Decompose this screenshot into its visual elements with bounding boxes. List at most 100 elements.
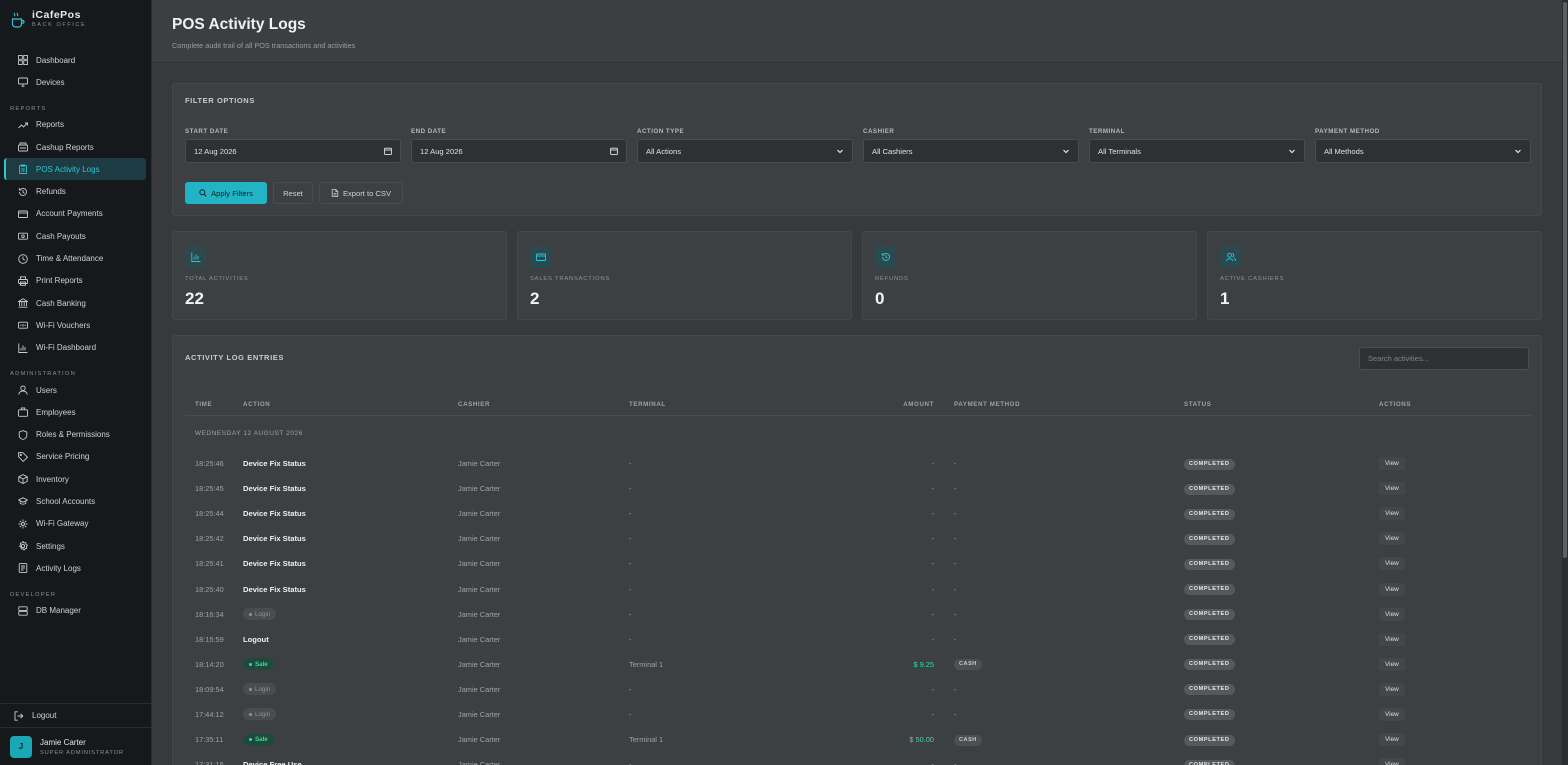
col-terminal[interactable]: TERMINAL [629, 401, 844, 408]
payment-method: - [954, 709, 957, 719]
table-row[interactable]: 17:44:12 Login Jamie Carter - - - COMPLETED Vie… [185, 702, 1531, 727]
calendar-icon[interactable] [610, 147, 618, 155]
sidebar-item-wifi-dashboard[interactable]: Wi-Fi Dashboard [4, 337, 146, 359]
cashier-value: All Cashiers [872, 146, 913, 156]
sidebar-item-db-manager[interactable]: DB Manager [4, 600, 146, 622]
payment-method: - [954, 609, 957, 619]
row-terminal: - [629, 484, 632, 494]
start-date-field: START DATE 12 Aug 2026 [185, 128, 401, 163]
table-row[interactable]: 18:25:40 Device Fix Status Jamie Carter - - -… [185, 576, 1531, 601]
logout-label: Logout [32, 711, 57, 720]
apply-filters-button[interactable]: Apply Filters [185, 182, 267, 204]
action-type-select[interactable]: All Actions [637, 139, 853, 163]
table-row[interactable]: 18:16:34 Login Jamie Carter - - - COMPLETED Vie… [185, 602, 1531, 627]
sidebar-item-label: Settings [36, 541, 65, 551]
col-payment-method[interactable]: PAYMENT METHOD [934, 401, 1184, 408]
sidebar-item-cashup-reports[interactable]: Cashup Reports [4, 136, 146, 158]
row-amount: - [931, 534, 934, 544]
sidebar-item-roles-permissions[interactable]: Roles & Permissions [4, 423, 146, 445]
page-scrollbar[interactable] [1562, 0, 1568, 765]
col-action[interactable]: ACTION [233, 401, 458, 408]
sidebar-item-cash-payouts[interactable]: Cash Payouts [4, 225, 146, 247]
action-badge-login: Login [243, 608, 277, 621]
col-status[interactable]: STATUS [1184, 401, 1379, 408]
sidebar-item-wifi-vouchers[interactable]: Wi-Fi Vouchers [4, 314, 146, 336]
gateway-icon [18, 519, 28, 529]
table-row[interactable]: 18:25:41 Device Fix Status Jamie Carter - - -… [185, 551, 1531, 576]
sidebar-item-service-pricing[interactable]: Service Pricing [4, 446, 146, 468]
view-button[interactable]: View [1379, 758, 1405, 765]
sidebar-item-cash-banking[interactable]: Cash Banking [4, 292, 146, 314]
payment-method-select[interactable]: All Methods [1315, 139, 1531, 163]
view-button[interactable]: View [1379, 632, 1405, 646]
status-badge: COMPLETED [1184, 734, 1235, 746]
row-action: Device Fix Status [233, 534, 458, 543]
sidebar-item-wifi-gateway[interactable]: Wi-Fi Gateway [4, 513, 146, 535]
table-row[interactable]: 18:25:44 Device Fix Status Jamie Carter - - -… [185, 501, 1531, 526]
activity-log-panel: ACTIVITY LOG ENTRIES Search activities..… [172, 335, 1542, 765]
table-row[interactable]: 18:15:59 Logout Jamie Carter - - - COMPLETED Vi… [185, 627, 1531, 652]
table-row[interactable]: 18:14:20 Sale Jamie Carter Terminal 1 $ 9.25… [185, 652, 1531, 677]
col-amount[interactable]: AMOUNT [844, 401, 934, 408]
sidebar-item-refunds[interactable]: Refunds [4, 180, 146, 202]
logout-button[interactable]: Logout [0, 703, 152, 727]
terminal-select[interactable]: All Terminals [1089, 139, 1305, 163]
row-time: 17:35:11 [195, 735, 224, 745]
view-button[interactable]: View [1379, 557, 1405, 571]
view-button[interactable]: View [1379, 482, 1405, 496]
sidebar-item-time-attendance[interactable]: Time & Attendance [4, 247, 146, 269]
scroll-thumb[interactable] [1563, 2, 1567, 558]
action-label: Login [255, 710, 271, 718]
row-payment: - [934, 534, 1184, 543]
col-time[interactable]: TIME [185, 401, 233, 408]
table-row[interactable]: 18:09:54 Login Jamie Carter - - - COMPLETED Vie… [185, 677, 1531, 702]
col-cashier[interactable]: CASHIER [458, 401, 629, 408]
sidebar-item-activity-logs[interactable]: Activity Logs [4, 557, 146, 579]
box-icon [18, 474, 28, 485]
reset-button[interactable]: Reset [273, 182, 313, 204]
table-row[interactable]: 17:31:16 Device Free Use Jamie Carter - - - CO… [185, 752, 1531, 765]
view-button[interactable]: View [1379, 532, 1405, 546]
view-button[interactable]: View [1379, 457, 1405, 471]
activity-log-title: ACTIVITY LOG ENTRIES [185, 353, 284, 362]
cashier-select[interactable]: All Cashiers [863, 139, 1079, 163]
cashier-field: CASHIER All Cashiers [863, 128, 1079, 163]
calendar-icon[interactable] [384, 147, 392, 155]
view-button[interactable]: View [1379, 582, 1405, 596]
sidebar-item-school-accounts[interactable]: School Accounts [4, 490, 146, 512]
sidebar-item-reports[interactable]: Reports [4, 114, 146, 136]
view-button[interactable]: View [1379, 733, 1405, 747]
sidebar-item-dashboard[interactable]: Dashboard [4, 49, 146, 71]
sidebar-item-account-payments[interactable]: Account Payments [4, 203, 146, 225]
start-date-input[interactable]: 12 Aug 2026 [185, 139, 401, 163]
sidebar-item-settings[interactable]: Settings [4, 535, 146, 557]
view-button[interactable]: View [1379, 507, 1405, 521]
status-dot [249, 612, 252, 616]
table-row[interactable]: 18:25:45 Device Fix Status Jamie Carter - - -… [185, 476, 1531, 501]
end-date-input[interactable]: 12 Aug 2026 [411, 139, 627, 163]
table-row[interactable]: 17:35:11 Sale Jamie Carter Terminal 1 $ 50.0… [185, 727, 1531, 752]
row-amount: - [931, 509, 934, 519]
view-button[interactable]: View [1379, 682, 1405, 696]
table-row[interactable]: 18:25:42 Device Fix Status Jamie Carter - - -… [185, 526, 1531, 551]
payment-method: - [954, 484, 957, 494]
brand[interactable]: iCafePos BACK OFFICE [11, 10, 86, 29]
row-actions: View [1379, 632, 1439, 646]
view-button[interactable]: View [1379, 657, 1405, 671]
row-payment: - [934, 685, 1184, 694]
trend-icon [18, 122, 28, 129]
row-amount: - [931, 459, 934, 469]
sidebar-item-employees[interactable]: Employees [4, 401, 146, 423]
search-input[interactable]: Search activities... [1359, 347, 1529, 370]
sidebar-item-pos-activity-logs[interactable]: POS Activity Logs [4, 158, 146, 181]
view-button[interactable]: View [1379, 707, 1405, 721]
sidebar-item-print-reports[interactable]: Print Reports [4, 270, 146, 292]
table-row[interactable]: 18:25:46 Device Fix Status Jamie Carter - - -… [185, 451, 1531, 476]
export-csv-button[interactable]: Export to CSV [319, 182, 403, 204]
view-button[interactable]: View [1379, 607, 1405, 621]
sidebar-item-devices[interactable]: Devices [4, 71, 146, 93]
sidebar-item-users[interactable]: Users [4, 379, 146, 401]
bank-icon [18, 298, 28, 308]
sidebar-item-inventory[interactable]: Inventory [4, 468, 146, 490]
user-profile[interactable]: J Jamie Carter SUPER ADMINISTRATOR [0, 727, 152, 765]
